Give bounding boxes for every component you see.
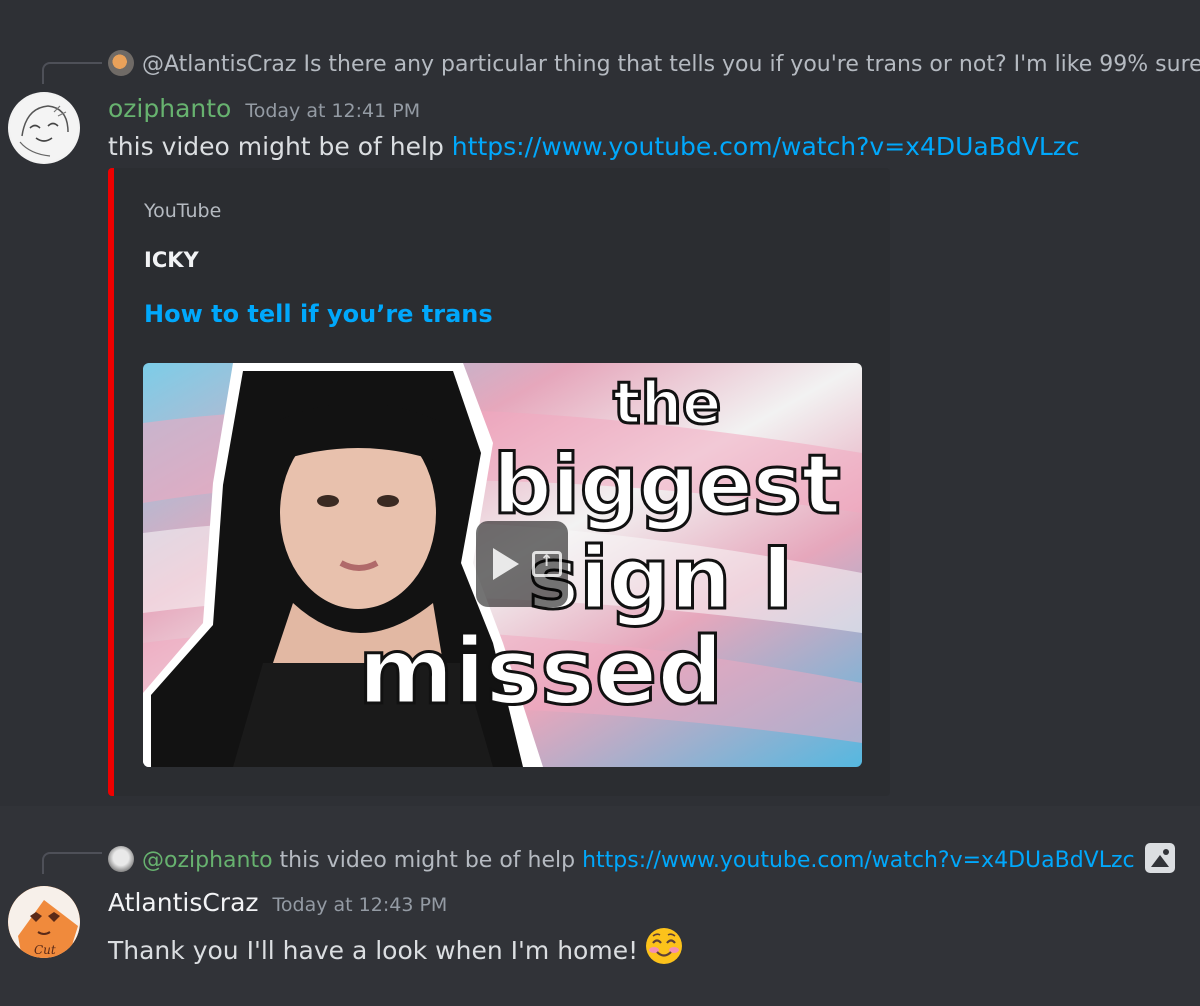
orange-character-icon: Cut bbox=[8, 886, 80, 958]
message-link[interactable]: https://www.youtube.com/watch?v=x4DUaBdV… bbox=[452, 132, 1080, 161]
reply-connector bbox=[42, 852, 102, 874]
avatar[interactable]: Cut bbox=[8, 886, 80, 958]
youtube-embed: YouTube ICKY How to tell if you’re trans bbox=[108, 168, 890, 796]
timestamp[interactable]: Today at 12:43 PM bbox=[273, 894, 448, 916]
thumbnail-text-4: missed bbox=[358, 618, 723, 725]
reply-text: this video might be of help bbox=[279, 848, 576, 873]
message-content: this video might be of help https://www.… bbox=[108, 131, 1080, 163]
image-icon bbox=[1144, 843, 1175, 873]
reply-username[interactable]: @oziphanto bbox=[142, 848, 273, 873]
reply-text: Is there any particular thing that tells… bbox=[303, 52, 1200, 77]
smiling-face-with-smiling-eyes-emoji bbox=[646, 928, 683, 964]
thumbnail-text-2: biggest bbox=[493, 438, 841, 533]
message-text: Thank you I'll have a look when I'm home… bbox=[108, 936, 639, 965]
timestamp[interactable]: Today at 12:41 PM bbox=[245, 100, 420, 122]
message-author-line: AtlantisCraz Today at 12:43 PM bbox=[108, 888, 447, 920]
reply-connector bbox=[42, 62, 102, 84]
open-external-icon[interactable] bbox=[532, 551, 562, 577]
reply-avatar bbox=[108, 50, 134, 76]
video-thumbnail[interactable]: the biggest sign I missed bbox=[143, 363, 862, 767]
username[interactable]: AtlantisCraz bbox=[108, 888, 259, 917]
embed-title[interactable]: How to tell if you’re trans bbox=[144, 300, 493, 328]
reply-username[interactable]: @AtlantisCraz bbox=[142, 52, 296, 77]
embed-provider[interactable]: YouTube bbox=[144, 200, 221, 222]
reply-preview[interactable]: @AtlantisCraz Is there any particular th… bbox=[108, 50, 1200, 79]
sketch-face-icon bbox=[10, 94, 78, 162]
message-content: Thank you I'll have a look when I'm home… bbox=[108, 926, 684, 967]
reply-preview[interactable]: @oziphanto this video might be of help h… bbox=[108, 843, 1200, 875]
reply-avatar bbox=[108, 846, 134, 872]
video-controls bbox=[476, 521, 568, 607]
reply-link[interactable]: https://www.youtube.com/watch?v=x4DUaBdV… bbox=[582, 848, 1135, 873]
message-oziphanto: @AtlantisCraz Is there any particular th… bbox=[0, 0, 1200, 806]
avatar[interactable] bbox=[8, 92, 80, 164]
embed-author[interactable]: ICKY bbox=[144, 248, 199, 272]
message-text: this video might be of help bbox=[108, 132, 444, 161]
message-atlantiscraz: @oziphanto this video might be of help h… bbox=[0, 806, 1200, 1006]
username[interactable]: oziphanto bbox=[108, 94, 231, 123]
svg-text:Cut: Cut bbox=[34, 943, 56, 957]
thumbnail-text-1: the bbox=[613, 369, 721, 437]
play-icon[interactable] bbox=[493, 548, 519, 580]
message-author-line: oziphanto Today at 12:41 PM bbox=[108, 94, 420, 126]
